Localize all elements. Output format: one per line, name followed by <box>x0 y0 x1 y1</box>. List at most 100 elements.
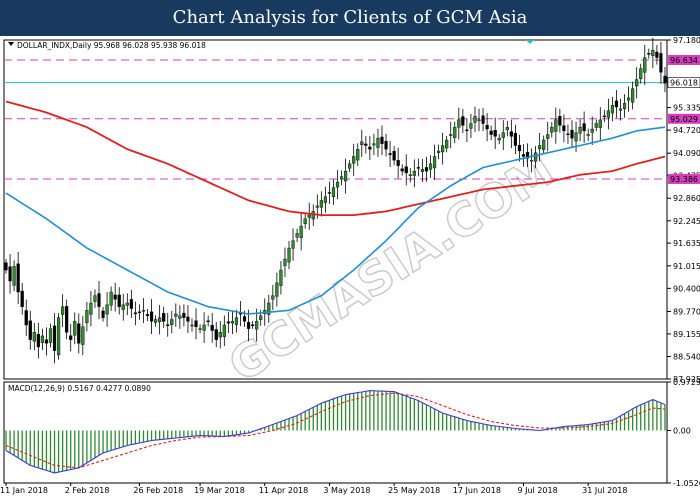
candle-body <box>331 187 336 197</box>
candle-body <box>97 293 101 307</box>
candle-body <box>182 312 186 318</box>
candle-body <box>65 306 69 333</box>
candle-body <box>428 163 433 170</box>
candle-body <box>230 321 235 324</box>
candle-body <box>40 335 45 343</box>
candle-body <box>570 129 574 139</box>
candle-body <box>109 291 113 306</box>
candle-body <box>149 311 154 322</box>
candle-body <box>562 125 566 132</box>
price-axis-tick-label: 97.180 <box>673 36 700 45</box>
candle-body <box>372 143 376 146</box>
candle-body <box>566 133 570 136</box>
time-axis-tick-label: 9 Jul 2018 <box>517 486 557 495</box>
candle-body <box>542 139 546 150</box>
candle-body <box>493 130 497 137</box>
candle-body <box>538 145 542 150</box>
macd-panel-title: MACD(12,26,9) 0.5167 0.4277 0.0890 <box>8 384 151 393</box>
candle-body <box>93 295 97 302</box>
candle-body <box>590 128 594 133</box>
time-axis-tick-label: 17 Jun 2018 <box>453 486 501 495</box>
candle-body <box>28 320 32 340</box>
candle-body <box>360 141 364 146</box>
candle-body <box>505 126 509 131</box>
candle-body <box>145 314 150 317</box>
level-label: 95.029 <box>670 115 698 124</box>
candle-body <box>113 294 117 300</box>
candle-body <box>521 154 526 157</box>
candle-body <box>344 170 348 182</box>
price-axis-tick-label: 92.245 <box>673 217 700 226</box>
candle-body <box>352 156 356 164</box>
candle-body <box>251 324 255 326</box>
price-axis-tick-label: 90.400 <box>673 284 700 293</box>
chart-canvas: GCMASIA.COM97.18096.01895.33594.72094.09… <box>0 36 700 495</box>
candle-body <box>125 302 129 306</box>
price-axis-tick-label: 91.015 <box>673 262 700 271</box>
candle-body <box>170 319 174 325</box>
candle-body <box>73 321 77 336</box>
candle-body <box>12 266 16 286</box>
candle-body <box>602 115 606 118</box>
price-axis-tick-label: 94.090 <box>673 149 700 158</box>
candle-body <box>614 100 619 108</box>
candle-body <box>307 214 311 218</box>
candle-body <box>396 160 400 166</box>
candle-body <box>404 166 408 174</box>
candle-body <box>295 233 299 238</box>
candle-body <box>44 339 49 344</box>
candle-body <box>606 110 610 118</box>
time-axis-tick-label: 19 Mar 2018 <box>194 486 245 495</box>
candle-body <box>659 53 663 73</box>
candle-body <box>8 266 12 282</box>
chart-header: Chart Analysis for Clients of GCM Asia <box>0 0 700 36</box>
candle-body <box>271 295 275 300</box>
candle-body <box>469 123 473 129</box>
candle-body <box>242 316 247 322</box>
candle-body <box>424 167 429 172</box>
candle-body <box>121 304 125 310</box>
candle-body <box>647 53 651 55</box>
page-title: Chart Analysis for Clients of GCM Asia <box>172 7 528 28</box>
candle-body <box>69 335 73 340</box>
candle-body <box>190 324 194 327</box>
candle-body <box>618 108 623 111</box>
candle-body <box>513 133 517 146</box>
candle-body <box>626 97 631 101</box>
macd-axis-tick-label: 0.9729 <box>673 378 700 387</box>
candle-body <box>368 146 372 150</box>
candle-body <box>259 315 263 320</box>
candle-body <box>81 326 85 345</box>
candle-body <box>517 144 522 152</box>
candle-body <box>598 119 602 128</box>
level-label: 96.634 <box>670 56 698 65</box>
candle-body <box>558 116 562 126</box>
candle-body <box>202 324 206 331</box>
candle-body <box>529 159 534 162</box>
time-axis-tick-label: 25 May 2018 <box>388 486 440 495</box>
candle-body <box>449 134 453 136</box>
candle-body <box>234 317 239 325</box>
candle-body <box>56 317 61 356</box>
time-axis-tick-label: 2 Feb 2018 <box>65 486 110 495</box>
candle-body <box>356 148 360 161</box>
candle-body <box>534 152 538 162</box>
candle-body <box>348 163 352 169</box>
candle-body <box>291 240 295 249</box>
candle-body <box>89 302 93 315</box>
candle-body <box>501 132 505 138</box>
time-axis-tick-label: 31 Jul 2018 <box>582 486 627 495</box>
candle-body <box>141 310 146 312</box>
candle-body <box>166 324 170 326</box>
candle-body <box>339 176 344 180</box>
candle-body <box>77 323 81 344</box>
candle-body <box>663 75 667 84</box>
candle-body <box>594 123 598 128</box>
candle-body <box>436 150 441 153</box>
candle-body <box>586 134 590 136</box>
candle-body <box>400 168 404 172</box>
candle-body <box>465 129 469 132</box>
price-axis-tick-label: 91.635 <box>673 239 700 248</box>
candle-body <box>299 225 303 238</box>
candle-body <box>453 126 457 138</box>
